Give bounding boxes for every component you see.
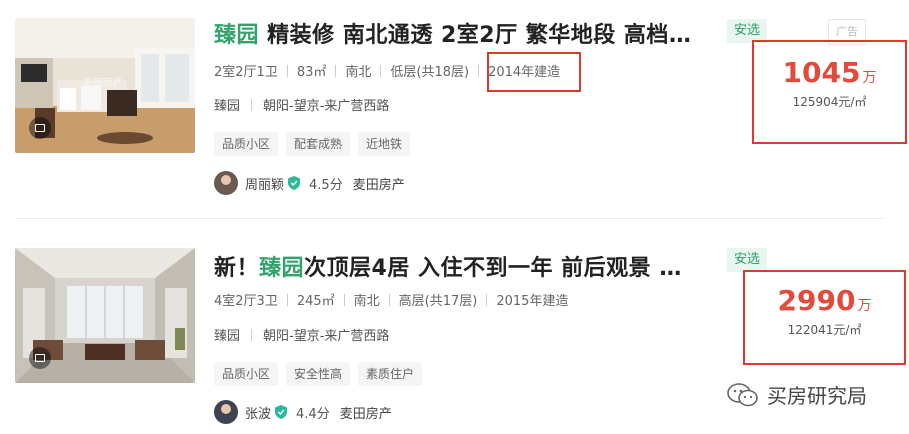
district-link[interactable]: 朝阳-望京-来广营西路: [263, 325, 389, 344]
layout: 4室2厅3卫: [214, 294, 278, 309]
title-community: 臻园: [214, 23, 260, 48]
location: 臻园 朝阳-望京-来广营西路: [214, 325, 389, 344]
unit-price: 125904元/㎡: [792, 95, 867, 109]
agent-avatar[interactable]: [214, 171, 238, 195]
orientation: 南北: [353, 294, 380, 309]
photo-gallery-icon[interactable]: [29, 347, 51, 369]
agent-row[interactable]: 周丽颖 4.5分 麦田房产: [214, 171, 405, 195]
floor: 高层(共17层): [398, 294, 478, 309]
agent-score: 4.5分: [309, 177, 343, 193]
feature-tag: 配套成熟: [286, 132, 351, 156]
build-year: 2015年建造: [496, 294, 569, 309]
build-year-highlight: [487, 52, 581, 92]
title-text: 精装修 南北通透 2室2厅 繁华地段 高档…: [259, 23, 692, 48]
photo-gallery-icon[interactable]: [29, 117, 51, 139]
area: 83㎡: [296, 65, 327, 80]
area: 245㎡: [296, 294, 335, 309]
orientation: 南北: [345, 65, 372, 80]
verified-shield-icon: [288, 176, 301, 190]
floor: 低层(共18层): [390, 65, 470, 80]
price-box: 2990 万 122041元/㎡: [743, 270, 906, 365]
total-price: 2990 万: [777, 284, 872, 317]
anxuan-badge: 安选: [727, 248, 767, 272]
wechat-icon: [727, 382, 758, 406]
photo-watermark: 麦田房产: [83, 76, 123, 89]
listing-card-1[interactable]: 麦田房产 臻园 精装修 南北通透 2室2厅 繁华地段 高档… 安选 广告 2室2…: [0, 0, 909, 218]
agent-company: 麦田房产: [352, 177, 405, 193]
title-prefix: 新！: [214, 256, 260, 281]
layout: 2室2厅1卫: [214, 65, 278, 80]
unit-price: 122041元/㎡: [787, 323, 862, 337]
listing-photo[interactable]: [15, 248, 195, 383]
house-info: 4室2厅3卫 245㎡ 南北 高层(共17层) 2015年建造: [214, 290, 568, 309]
title-community: 臻园: [259, 256, 305, 281]
feature-tag: 安全性高: [286, 362, 351, 386]
community-link[interactable]: 臻园: [214, 325, 240, 344]
feature-tags: 品质小区 安全性高 素质住户: [214, 362, 423, 386]
title-text: 次顶层4居 入住不到一年 前后观景 …: [304, 256, 682, 281]
location: 臻园 朝阳-望京-来广营西路: [214, 95, 389, 114]
watermark-text: 买房研究局: [767, 384, 867, 408]
listing-title[interactable]: 臻园 精装修 南北通透 2室2厅 繁华地段 高档…: [214, 17, 691, 49]
feature-tag: 品质小区: [214, 132, 279, 156]
wechat-watermark: 买房研究局: [727, 380, 867, 409]
feature-tag: 品质小区: [214, 362, 279, 386]
price-unit-label: 万: [862, 70, 877, 86]
agent-name[interactable]: 周丽颖: [245, 174, 284, 193]
price-box: 1045 万 125904元/㎡: [752, 40, 907, 144]
feature-tag: 素质住户: [358, 362, 423, 386]
feature-tags: 品质小区 配套成熟 近地铁: [214, 132, 411, 156]
agent-name[interactable]: 张波: [245, 403, 271, 422]
agent-avatar[interactable]: [214, 400, 238, 424]
listing-photo[interactable]: 麦田房产: [15, 18, 195, 153]
feature-tag: 近地铁: [358, 132, 411, 156]
agent-score: 4.4分: [296, 406, 330, 422]
price-unit-label: 万: [857, 298, 872, 314]
verified-shield-icon: [275, 405, 288, 419]
community-link[interactable]: 臻园: [214, 95, 240, 114]
agent-company: 麦田房产: [339, 406, 392, 422]
agent-row[interactable]: 张波 4.4分 麦田房产: [214, 400, 392, 424]
district-link[interactable]: 朝阳-望京-来广营西路: [263, 95, 389, 114]
listing-title[interactable]: 新！臻园次顶层4居 入住不到一年 前后观景 …: [214, 250, 682, 282]
total-price: 1045 万: [782, 56, 877, 89]
